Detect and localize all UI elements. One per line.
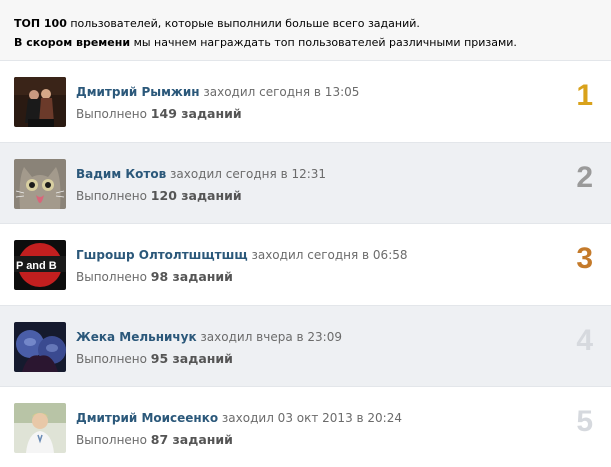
user-name-link[interactable]: Дмитрий Рымжин [76,85,200,99]
avatar[interactable] [14,321,66,372]
last-seen: заходил 03 окт 2013 в 20:24 [218,411,402,425]
user-name-link[interactable]: Гшрошр Олтолтшщтшщ [76,248,248,262]
user-line-2: Выполнено 149 заданий [76,106,242,121]
user-row: Дмитрий Рымжин заходил сегодня в 13:05 В… [0,61,611,143]
intro-line2-text: мы начнем награждать топ пользователей р… [130,36,517,49]
done-label: Выполнено [76,433,151,447]
tasks-count: 95 заданий [150,350,233,366]
user-name-link[interactable]: Дмитрий Моисеенко [76,411,218,425]
user-row: P and B Гшрошр Олтолтшщтшщ заходил сегод… [0,224,611,306]
done-label: Выполнено [76,188,151,203]
tasks-count: 149 заданий [150,106,242,121]
avatar[interactable] [14,403,66,453]
user-line-2: Выполнено 98 заданий [76,269,233,284]
user-line-2: Выполнено 120 заданий [76,188,242,203]
tasks-count: 120 заданий [150,187,242,203]
tasks-count: 87 заданий [150,432,233,447]
avatar[interactable] [14,158,66,209]
intro-line-2: В скором времени мы начнем награждать то… [14,33,611,52]
intro-line-1: ТОП 100 пользователей, которые выполнили… [14,14,611,33]
intro-soon-bold: В скором времени [14,36,131,49]
avatar-logo-text: P and B [16,260,57,272]
user-name-link[interactable]: Вадим Котов [76,167,166,181]
user-line-1: Дмитрий Рымжин заходил сегодня в 13:05 [76,85,359,99]
user-line-1: Жека Мельничук заходил вчера в 23:09 [76,330,342,344]
intro-top100-bold: ТОП 100 [14,17,67,30]
user-name-link[interactable]: Жека Мельничук [76,330,197,344]
done-label: Выполнено [76,351,151,366]
last-seen: заходил сегодня в 13:05 [199,85,360,99]
rank-number: 4 [576,323,593,357]
done-label: Выполнено [76,107,151,121]
user-row: Жека Мельничук заходил вчера в 23:09 Вып… [0,305,611,387]
last-seen: заходил сегодня в 12:31 [166,166,327,181]
user-line-1: Вадим Котов заходил сегодня в 12:31 [76,167,326,181]
user-line-1: Гшрошр Олтолтшщтшщ заходил сегодня в 06:… [76,248,408,262]
intro-line1-text: пользователей, которые выполнили больше … [66,17,420,30]
last-seen: заходил вчера в 23:09 [196,329,342,344]
rank-number: 3 [576,242,593,275]
tasks-count: 98 заданий [150,269,233,284]
avatar[interactable]: P and B [14,240,66,290]
avatar[interactable] [14,77,66,127]
user-row: Вадим Котов заходил сегодня в 12:31 Выпо… [0,142,611,224]
user-line-1: Дмитрий Моисеенко заходил 03 окт 2013 в … [76,411,402,425]
last-seen: заходил сегодня в 06:58 [247,248,408,262]
user-row: Дмитрий Моисеенко заходил 03 окт 2013 в … [0,387,611,467]
rank-number: 5 [576,405,593,438]
user-line-2: Выполнено 95 заданий [76,351,233,366]
rank-number: 1 [576,79,593,112]
user-line-2: Выполнено 87 заданий [76,432,233,447]
top-users-intro: ТОП 100 пользователей, которые выполнили… [0,0,611,61]
done-label: Выполнено [76,270,151,284]
rank-number: 2 [576,160,593,194]
